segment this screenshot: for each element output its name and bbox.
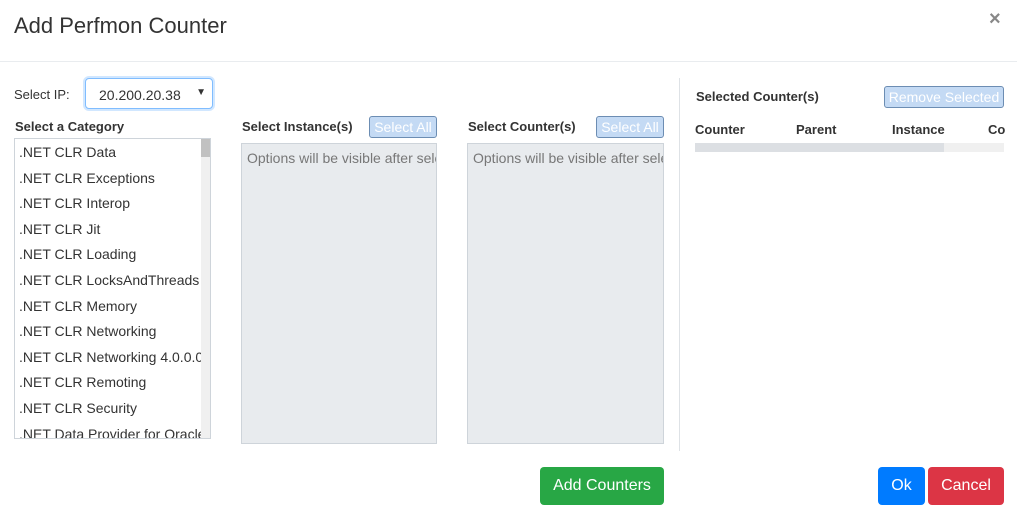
instances-listbox[interactable]: Options will be visible after selecting …	[241, 143, 437, 444]
category-listbox[interactable]: .NET CLR Data .NET CLR Exceptions .NET C…	[14, 138, 211, 439]
selected-table-hscrollbar[interactable]	[695, 143, 1004, 152]
category-item[interactable]: .NET CLR Security	[19, 400, 137, 416]
column-header-instance[interactable]: Instance	[892, 122, 945, 137]
category-scrollbar[interactable]	[201, 139, 210, 438]
counters-placeholder: Options will be visible after selecting …	[473, 150, 663, 166]
column-header-counter[interactable]: Counter	[695, 122, 745, 137]
counters-label: Select Counter(s)	[468, 119, 576, 134]
category-item[interactable]: .NET CLR Jit	[19, 221, 100, 237]
category-item[interactable]: .NET CLR LocksAndThreads	[19, 272, 199, 288]
instances-label: Select Instance(s)	[242, 119, 353, 134]
counters-listbox[interactable]: Options will be visible after selecting …	[467, 143, 664, 444]
category-scroll-thumb[interactable]	[201, 139, 210, 157]
chevron-down-icon: ▼	[196, 87, 206, 98]
column-divider	[679, 78, 680, 451]
select-ip-label: Select IP:	[14, 87, 70, 102]
select-all-counters-button[interactable]: Select All	[596, 116, 664, 138]
category-item[interactable]: .NET CLR Interop	[19, 195, 130, 211]
category-item[interactable]: .NET Data Provider for Oracle	[19, 426, 205, 438]
category-item[interactable]: .NET CLR Networking	[19, 323, 156, 339]
instances-placeholder: Options will be visible after selecting …	[247, 150, 436, 166]
ok-button[interactable]: Ok	[878, 467, 925, 505]
remove-selected-button[interactable]: Remove Selected	[884, 86, 1004, 108]
close-icon[interactable]: ×	[989, 9, 1001, 29]
add-counters-button[interactable]: Add Counters	[540, 467, 664, 505]
category-item[interactable]: .NET CLR Data	[19, 144, 116, 160]
column-header-truncated[interactable]: Co	[988, 122, 1005, 137]
category-item[interactable]: .NET CLR Loading	[19, 246, 136, 262]
selected-table-hscroll-thumb[interactable]	[695, 143, 944, 152]
selected-counters-label: Selected Counter(s)	[696, 89, 819, 104]
category-item[interactable]: .NET CLR Remoting	[19, 374, 146, 390]
column-header-parent[interactable]: Parent	[796, 122, 836, 137]
select-all-instances-button[interactable]: Select All	[369, 116, 437, 138]
category-item[interactable]: .NET CLR Networking 4.0.0.0	[19, 349, 203, 365]
category-item[interactable]: .NET CLR Exceptions	[19, 170, 155, 186]
dialog-title: Add Perfmon Counter	[14, 13, 227, 38]
category-item[interactable]: .NET CLR Memory	[19, 298, 137, 314]
dialog-header: Add Perfmon Counter ×	[0, 0, 1017, 62]
ip-select[interactable]: 20.200.20.38 ▼	[85, 78, 213, 109]
cancel-button[interactable]: Cancel	[928, 467, 1004, 505]
ip-select-value: 20.200.20.38	[99, 87, 181, 103]
add-perfmon-counter-dialog: Add Perfmon Counter × Select IP: 20.200.…	[0, 0, 1017, 521]
category-label: Select a Category	[15, 119, 125, 134]
